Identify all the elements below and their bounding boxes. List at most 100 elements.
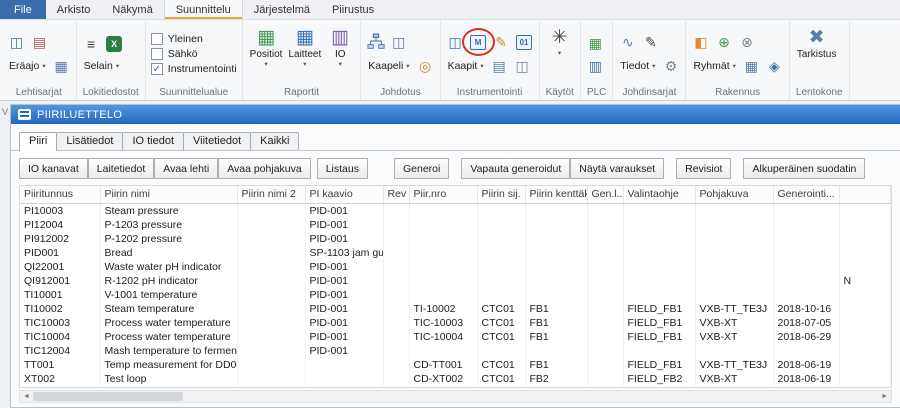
column-header-piiritunnus[interactable]: Piiritunnus [20, 186, 100, 204]
selain-button[interactable]: Selain▾ [82, 59, 121, 73]
scroll-left-arrow[interactable]: ◄ [20, 393, 33, 400]
edit-table-icon[interactable]: ✎ [641, 33, 660, 51]
cable-reel-icon[interactable]: ◎ [416, 57, 435, 75]
table-cell [839, 330, 890, 344]
column-header-piirin-nimi[interactable]: Piirin nimi [100, 186, 237, 204]
panel-tab-piiri[interactable]: Piiri [19, 132, 57, 151]
column-header-rev[interactable]: Rev [383, 186, 409, 204]
column-header-generointi[interactable]: Generointi... [773, 186, 839, 204]
table-cell: Temp measurement for DD002 [100, 358, 237, 372]
sheet-series-icon[interactable]: ◫ [7, 33, 26, 51]
panel-title-bar[interactable]: PIIRILUETTELO [11, 105, 900, 124]
column-header-valintaohje[interactable]: Valintaohje [623, 186, 695, 204]
form-sheet-icon[interactable]: ▤ [490, 57, 509, 75]
cable-tree-icon[interactable] [366, 33, 385, 51]
column-header-col-12[interactable] [839, 186, 890, 204]
table-row-pi912002[interactable]: PI912002P-1202 pressurePID-001 [20, 232, 890, 246]
column-header-piirin-nimi-2[interactable]: Piirin nimi 2 [237, 186, 305, 204]
building-box-icon[interactable]: ◧ [691, 33, 710, 51]
scroll-right-arrow[interactable]: ► [878, 393, 891, 400]
horizontal-scrollbar[interactable]: ◄ ► [19, 390, 892, 403]
table-row-ti10001[interactable]: TI10001V-1001 temperaturePID-001 [20, 288, 890, 302]
table-row-ti10002[interactable]: TI10002Steam temperaturePID-001TI-10002C… [20, 302, 890, 316]
report-grid-icon[interactable]: ▤ [30, 33, 49, 51]
column-header-pi-kaavio[interactable]: PI kaavio [305, 186, 383, 204]
tiedot-button[interactable]: Tiedot▾ [618, 59, 657, 73]
tab-nakyma[interactable]: Näkymä [101, 0, 163, 19]
action-button-io-kanavat[interactable]: IO kanavat [19, 158, 88, 179]
table-row-qi22001[interactable]: QI22001Waste water pH indicatorPID-001 [20, 260, 890, 274]
kaapeli-button[interactable]: Kaapeli▾ [366, 59, 411, 73]
column-header-piir-nro[interactable]: Piir.nro [409, 186, 477, 204]
eraajo-button[interactable]: Eräajo▾ [7, 59, 48, 73]
column-header-piirin-kentt-k[interactable]: Piirin kenttäk. [525, 186, 587, 204]
tab-suunnittelu[interactable]: Suunnittelu [164, 0, 243, 19]
add-icon[interactable]: ⊕ [714, 33, 733, 51]
checkbox-instrumentointi[interactable]: ✓ Instrumentointi [151, 63, 237, 75]
action-button-avaa-lehti[interactable]: Avaa lehti [154, 158, 218, 179]
panel-tab-kaikki[interactable]: Kaikki [250, 132, 299, 150]
column-header-gen-l[interactable]: Gen.l... [587, 186, 623, 204]
table-row-qi912001[interactable]: QI912001R-1202 pH indicatorPID-001N [20, 274, 890, 288]
action-button-generoi[interactable]: Generoi [394, 158, 449, 179]
table-cell: CD-XT002 [409, 372, 477, 386]
diamond-icon[interactable]: ◈ [765, 57, 784, 75]
panel-tab-lisatiedot[interactable]: Lisätiedot [56, 132, 123, 150]
remove-icon[interactable]: ⊗ [737, 33, 756, 51]
action-button-n-yt-varaukset[interactable]: Näytä varaukset [570, 158, 664, 179]
group-grid-icon[interactable]: ▦ [742, 57, 761, 75]
kaytot-button[interactable]: ✳ ▾ [545, 24, 575, 58]
ribbon: File Arkisto Näkymä Suunnittelu Järjeste… [0, 0, 900, 101]
column-header-pohjakuva[interactable]: Pohjakuva [695, 186, 773, 204]
table-row-tic10004[interactable]: TIC10004Process water temperaturePID-001… [20, 330, 890, 344]
column-header-piirin-sij[interactable]: Piirin sij. [477, 186, 525, 204]
plc-card-icon[interactable]: ▦ [586, 34, 605, 52]
table-row-tt001[interactable]: TT001Temp measurement for DD002CD-TT001C… [20, 358, 890, 372]
table-row-tic12004[interactable]: TIC12004Mash temperature to fermentation… [20, 344, 890, 358]
binary-sheet-icon[interactable]: 01 [515, 33, 534, 51]
kaapit-button[interactable]: Kaapit▾ [446, 59, 486, 73]
browser-list-icon[interactable]: ≡ [82, 35, 101, 53]
frame-sheet-icon[interactable]: ◫ [513, 57, 532, 75]
positiot-button[interactable]: ▦ Positiot ▾ [248, 24, 285, 69]
edit-sheet-icon[interactable]: ✎ [492, 33, 511, 51]
action-button-listaus[interactable]: Listaus [317, 158, 368, 179]
ribbon-group-lokitiedostot: ≡ X Selain▾ Lokitiedostot [77, 21, 146, 100]
laitteet-button[interactable]: ▦ Laitteet ▾ [286, 24, 323, 69]
batch-sheet-icon[interactable]: ▦ [52, 57, 71, 75]
plc-io-icon[interactable]: ▥ [586, 57, 605, 75]
action-button-laitetiedot[interactable]: Laitetiedot [88, 158, 154, 179]
scroll-thumb[interactable] [33, 392, 183, 401]
table-cell [587, 274, 623, 288]
window-frame-icon[interactable]: ◫ [389, 33, 408, 51]
wire-link-icon[interactable]: ∿ [618, 33, 637, 51]
tab-arkisto[interactable]: Arkisto [46, 0, 102, 19]
action-button-alkuper-inen-suodatin[interactable]: Alkuperäinen suodatin [743, 158, 865, 179]
tab-piirustus[interactable]: Piirustus [321, 0, 385, 19]
io-button[interactable]: ▥ IO ▾ [325, 24, 355, 69]
loop-drawing-icon[interactable]: M [469, 33, 488, 51]
checkbox-yleinen[interactable]: Yleinen [151, 33, 237, 45]
table-row-xt002[interactable]: XT002Test loopCD-XT002CTC01FB2FIELD_FB2V… [20, 372, 890, 386]
table-header-row: PiiritunnusPiirin nimiPiirin nimi 2PI ka… [20, 186, 890, 204]
instrument-window-icon[interactable]: ◫ [446, 33, 465, 51]
table-row-tic10003[interactable]: TIC10003Process water temperaturePID-001… [20, 316, 890, 330]
action-button-avaa-pohjakuva[interactable]: Avaa pohjakuva [218, 158, 311, 179]
table-row-pi12004[interactable]: PI12004P-1203 pressurePID-001 [20, 218, 890, 232]
action-button-vapauta-generoidut[interactable]: Vapauta generoidut [461, 158, 570, 179]
panel-tab-viitetiedot[interactable]: Viitetiedot [183, 132, 251, 150]
tarkistus-button[interactable]: ✖ Tarkistus [795, 24, 838, 61]
motor-fan-icon: ✳ [552, 25, 568, 49]
checkbox-sahko[interactable]: Sähkö [151, 48, 237, 60]
table-cell [623, 260, 695, 274]
settings-gear-icon[interactable]: ⚙ [661, 57, 680, 75]
excel-export-icon[interactable]: X [105, 35, 124, 53]
action-button-revisiot[interactable]: Revisiot [676, 158, 731, 179]
table-row-pi10003[interactable]: PI10003Steam pressurePID-001 [20, 204, 890, 219]
panel-tab-io-tiedot[interactable]: IO tiedot [122, 132, 184, 150]
ryhmat-button[interactable]: Ryhmät▾ [691, 59, 737, 73]
tab-jarjestelma[interactable]: Järjestelmä [243, 0, 321, 19]
table-cell: 2018-06-19 [773, 372, 839, 386]
tab-file[interactable]: File [0, 0, 46, 19]
table-row-pid001[interactable]: PID001BreadSP-1103 jam guard [20, 246, 890, 260]
